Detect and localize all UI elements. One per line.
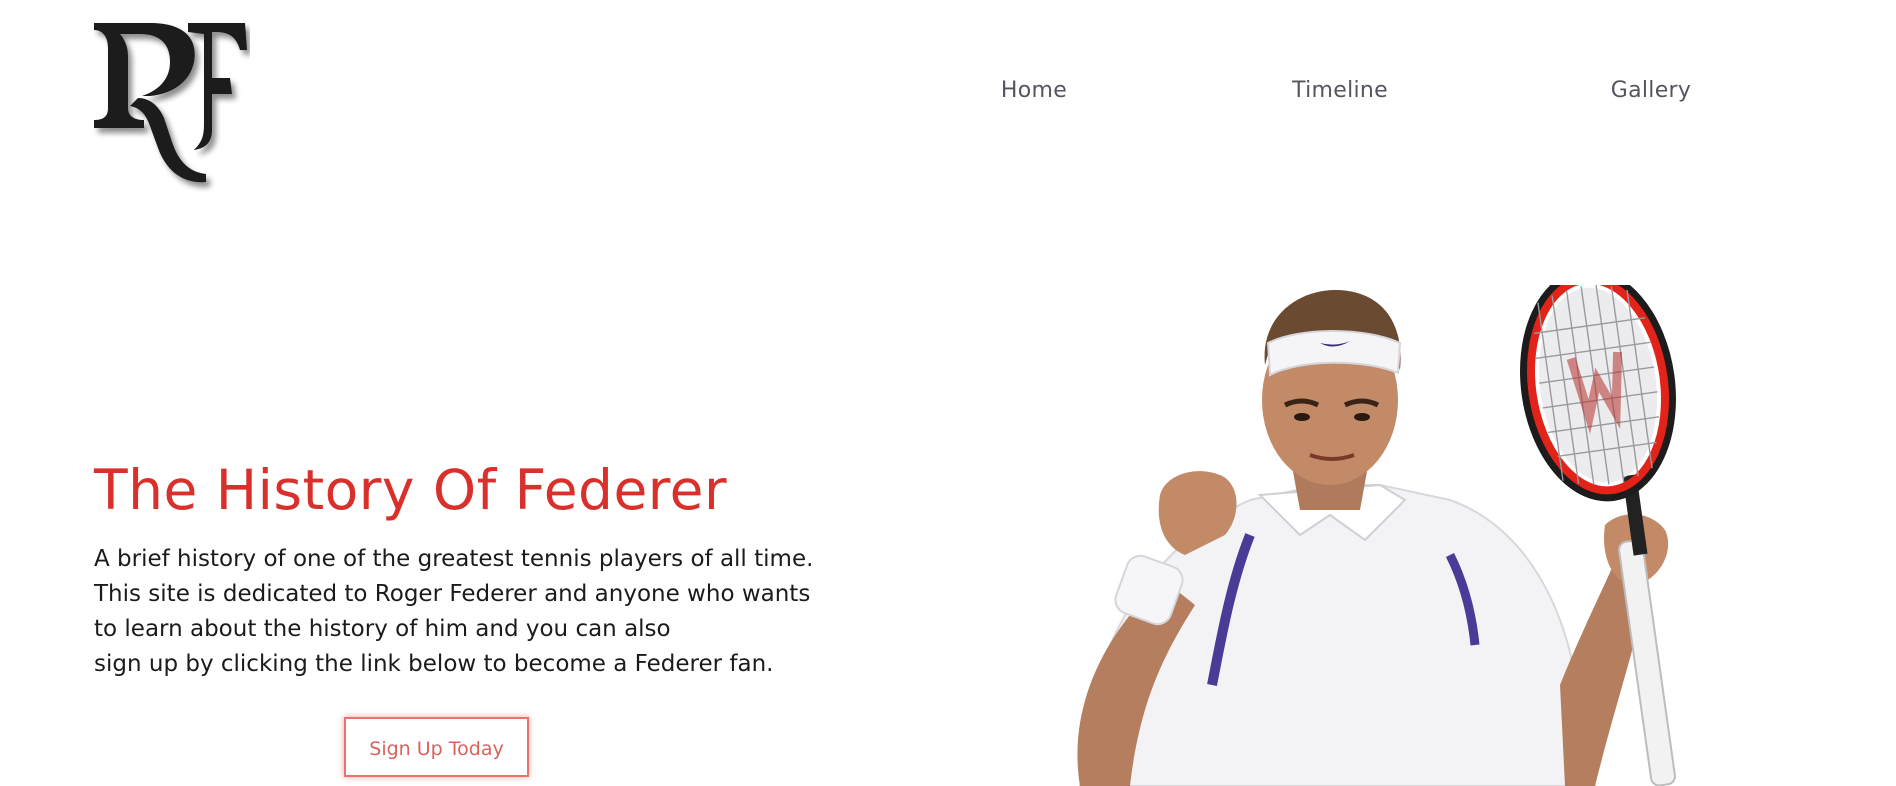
main-nav: Home Timeline Gallery xyxy=(0,78,1896,108)
hero-description-line: to learn about the history of him and yo… xyxy=(94,616,671,642)
hero-title: The History Of Federer xyxy=(94,458,728,522)
sign-up-button[interactable]: Sign Up Today xyxy=(344,717,529,777)
tennis-player-image xyxy=(1077,285,1676,786)
hero-description-line: A brief history of one of the greatest t… xyxy=(94,546,814,572)
nav-link-home[interactable]: Home xyxy=(1001,78,1067,103)
sign-up-button-label: Sign Up Today xyxy=(369,738,504,760)
hero-description-line: sign up by clicking the link below to be… xyxy=(94,651,774,677)
hero-description-line: This site is dedicated to Roger Federer … xyxy=(94,581,811,607)
hero-description: A brief history of one of the greatest t… xyxy=(94,542,894,682)
nav-link-timeline[interactable]: Timeline xyxy=(1292,78,1388,103)
landing-page: Home Timeline Gallery The History Of Fed… xyxy=(0,0,1896,786)
nav-link-gallery[interactable]: Gallery xyxy=(1611,78,1691,103)
